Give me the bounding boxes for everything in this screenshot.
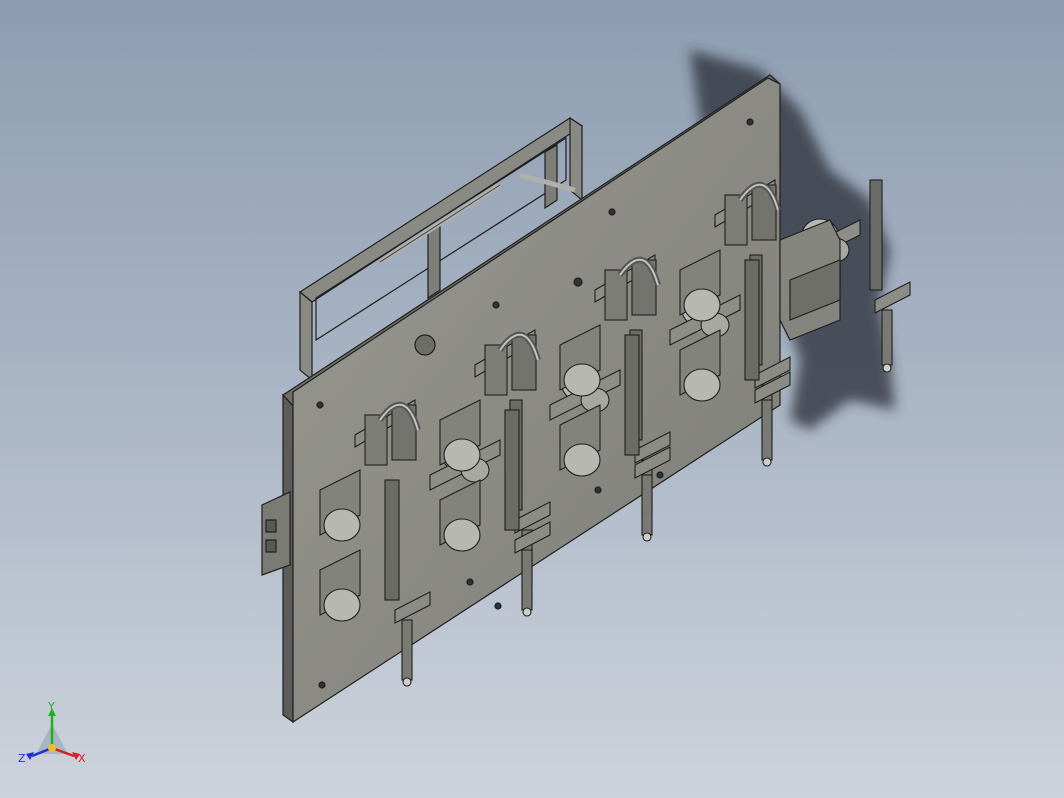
z-axis-label: Z: [18, 752, 26, 765]
fixture-assembly-model[interactable]: [0, 0, 1064, 798]
y-axis-label: Y: [47, 702, 55, 713]
right-clamp-stack: [779, 219, 841, 341]
connector-block: [261, 491, 291, 576]
origin-icon: [48, 744, 56, 752]
cad-viewport[interactable]: Y X Z: [0, 0, 1064, 798]
x-axis-label: X: [78, 752, 86, 765]
axis-triad: Y X Z: [18, 702, 86, 765]
